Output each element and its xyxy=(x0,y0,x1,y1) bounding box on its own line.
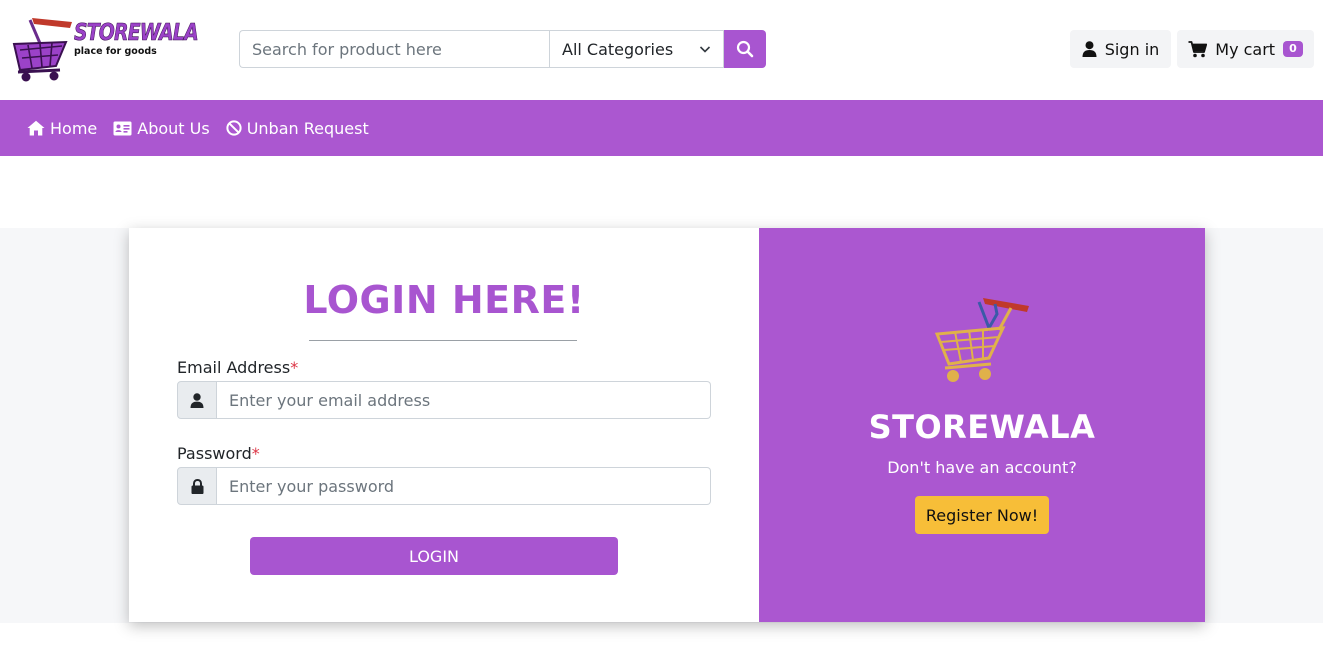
email-input-group xyxy=(177,381,711,419)
password-field[interactable] xyxy=(217,467,711,505)
sign-in-button[interactable]: Sign in xyxy=(1070,30,1171,68)
login-title: LOGIN HERE! xyxy=(303,278,585,322)
email-field[interactable] xyxy=(217,381,711,419)
logo-title: STOREWALA xyxy=(74,20,199,47)
no-account-text: Don't have an account? xyxy=(887,458,1077,477)
id-card-icon xyxy=(113,121,132,135)
login-card: LOGIN HERE! Email Address* Password* xyxy=(129,228,1205,622)
search-button[interactable] xyxy=(724,30,766,68)
email-label: Email Address* xyxy=(177,358,299,377)
category-select[interactable]: All Categories xyxy=(549,30,724,68)
nav-item-home[interactable]: Home xyxy=(27,119,97,138)
password-input-group xyxy=(177,467,711,505)
lock-icon xyxy=(191,478,203,494)
site-header: STOREWALA place for goods All Categories… xyxy=(0,0,1323,100)
password-label: Password* xyxy=(177,444,260,463)
required-mark: * xyxy=(251,444,260,463)
main-nav: Home About Us Unban Request xyxy=(0,100,1323,156)
nav-item-label: About Us xyxy=(137,118,210,138)
register-panel: STOREWALA Don't have an account? Registe… xyxy=(759,228,1205,622)
my-cart-button[interactable]: My cart 0 xyxy=(1177,30,1314,68)
home-icon xyxy=(27,120,45,136)
chevron-down-icon xyxy=(699,46,711,53)
nav-item-about-us[interactable]: About Us xyxy=(113,118,210,138)
shopping-cart-logo-icon xyxy=(12,18,72,82)
password-addon xyxy=(177,467,217,505)
user-icon xyxy=(1082,41,1097,57)
title-divider xyxy=(309,340,577,341)
required-mark: * xyxy=(290,358,299,377)
ban-icon xyxy=(226,120,242,136)
nav-item-label: Unban Request xyxy=(246,118,369,138)
login-form-panel: LOGIN HERE! Email Address* Password* xyxy=(129,228,759,622)
category-select-value: All Categories xyxy=(562,39,674,59)
user-icon xyxy=(190,392,204,408)
search-input[interactable] xyxy=(239,30,549,68)
search-icon xyxy=(736,40,754,58)
login-button[interactable]: LOGIN xyxy=(250,537,618,575)
site-logo[interactable]: STOREWALA place for goods xyxy=(12,14,199,84)
logo-tagline: place for goods xyxy=(74,46,157,57)
email-addon xyxy=(177,381,217,419)
brand-name: STOREWALA xyxy=(868,408,1096,446)
my-cart-label: My cart xyxy=(1215,39,1276,59)
nav-item-label: Home xyxy=(50,118,98,138)
register-now-button[interactable]: Register Now! xyxy=(915,496,1049,534)
cart-count-badge: 0 xyxy=(1283,41,1303,57)
search-bar: All Categories xyxy=(239,30,766,68)
nav-item-unban-request[interactable]: Unban Request xyxy=(226,119,369,138)
cart-icon xyxy=(1188,40,1208,57)
sign-in-label: Sign in xyxy=(1104,39,1160,59)
shopping-cart-icon xyxy=(934,298,1029,382)
